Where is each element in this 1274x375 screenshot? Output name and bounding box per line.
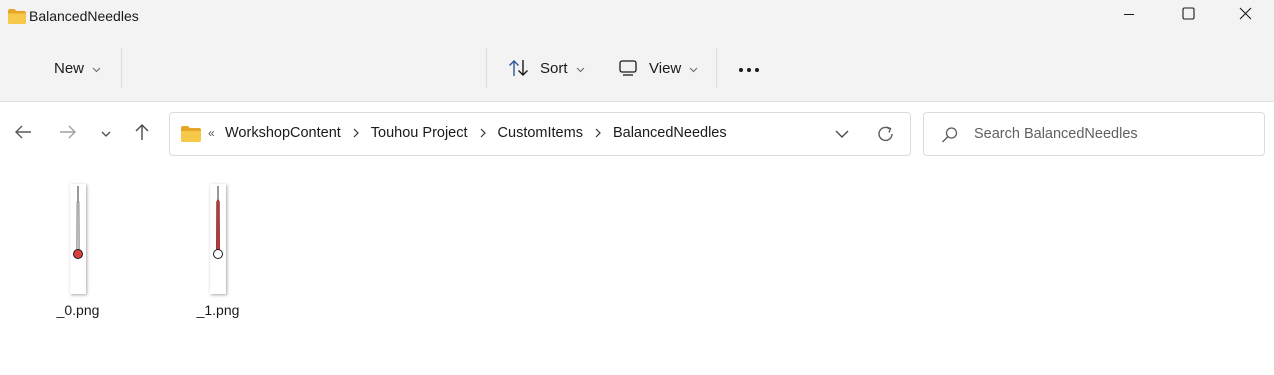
folder-icon [8,9,26,29]
minimize-icon [1123,7,1135,25]
divider [716,48,717,88]
view-label: View [649,59,682,77]
address-bar[interactable]: « WorkshopContent Touhou Project CustomI… [169,112,911,156]
chevron-down-icon [576,60,585,77]
refresh-icon[interactable] [877,124,895,149]
arrow-left-icon [14,124,32,145]
breadcrumb-workshopcontent[interactable]: WorkshopContent [225,125,341,141]
navigation-bar: « WorkshopContent Touhou Project CustomI… [0,103,1274,165]
command-bar: New Sort View [0,32,1274,102]
overflow-breadcrumb-button[interactable]: « [208,126,215,140]
view-icon [619,60,637,76]
arrow-up-icon [134,123,150,146]
more-icon [738,60,760,77]
recent-locations-button[interactable] [90,119,122,149]
file-list: _0.png _1.png [0,166,1274,375]
sort-button[interactable]: Sort [496,50,597,86]
chevron-right-icon[interactable] [595,128,601,138]
close-button[interactable] [1216,0,1274,32]
breadcrumb: WorkshopContent Touhou Project CustomIte… [225,125,727,141]
close-icon [1239,7,1252,25]
chevron-down-icon [101,125,111,143]
chevron-down-icon [92,60,101,77]
new-label: New [54,59,85,77]
search-icon [941,126,959,149]
breadcrumb-customitems[interactable]: CustomItems [498,125,583,141]
divider [486,48,487,88]
sort-label: Sort [540,59,568,77]
maximize-icon [1181,7,1195,25]
title-bar: BalancedNeedles [0,0,1274,32]
search-box[interactable] [923,112,1265,156]
sort-icon [508,59,530,77]
folder-icon [181,126,201,147]
new-button[interactable]: New [40,50,115,86]
view-button[interactable]: View [607,50,710,86]
window-title: BalancedNeedles [29,8,139,24]
more-options-button[interactable] [726,50,772,86]
maximize-button[interactable] [1159,0,1217,32]
divider [121,48,122,88]
file-item[interactable]: _1.png [168,180,268,330]
breadcrumb-touhou-project[interactable]: Touhou Project [371,125,468,141]
address-dropdown-button[interactable] [835,125,849,148]
chevron-down-icon [689,60,698,77]
file-name: _1.png [196,302,240,318]
file-item[interactable]: _0.png [28,180,128,330]
file-name: _0.png [56,302,100,318]
breadcrumb-balancedneedles[interactable]: BalancedNeedles [613,125,727,141]
chevron-right-icon[interactable] [353,128,359,138]
minimize-button[interactable] [1100,0,1158,32]
file-thumbnail [70,184,86,294]
forward-button[interactable] [52,119,84,149]
chevron-right-icon[interactable] [480,128,486,138]
file-thumbnail [210,184,226,294]
arrow-right-icon [59,124,77,145]
up-button[interactable] [126,119,158,149]
search-input[interactable] [974,123,1254,145]
back-button[interactable] [7,119,39,149]
